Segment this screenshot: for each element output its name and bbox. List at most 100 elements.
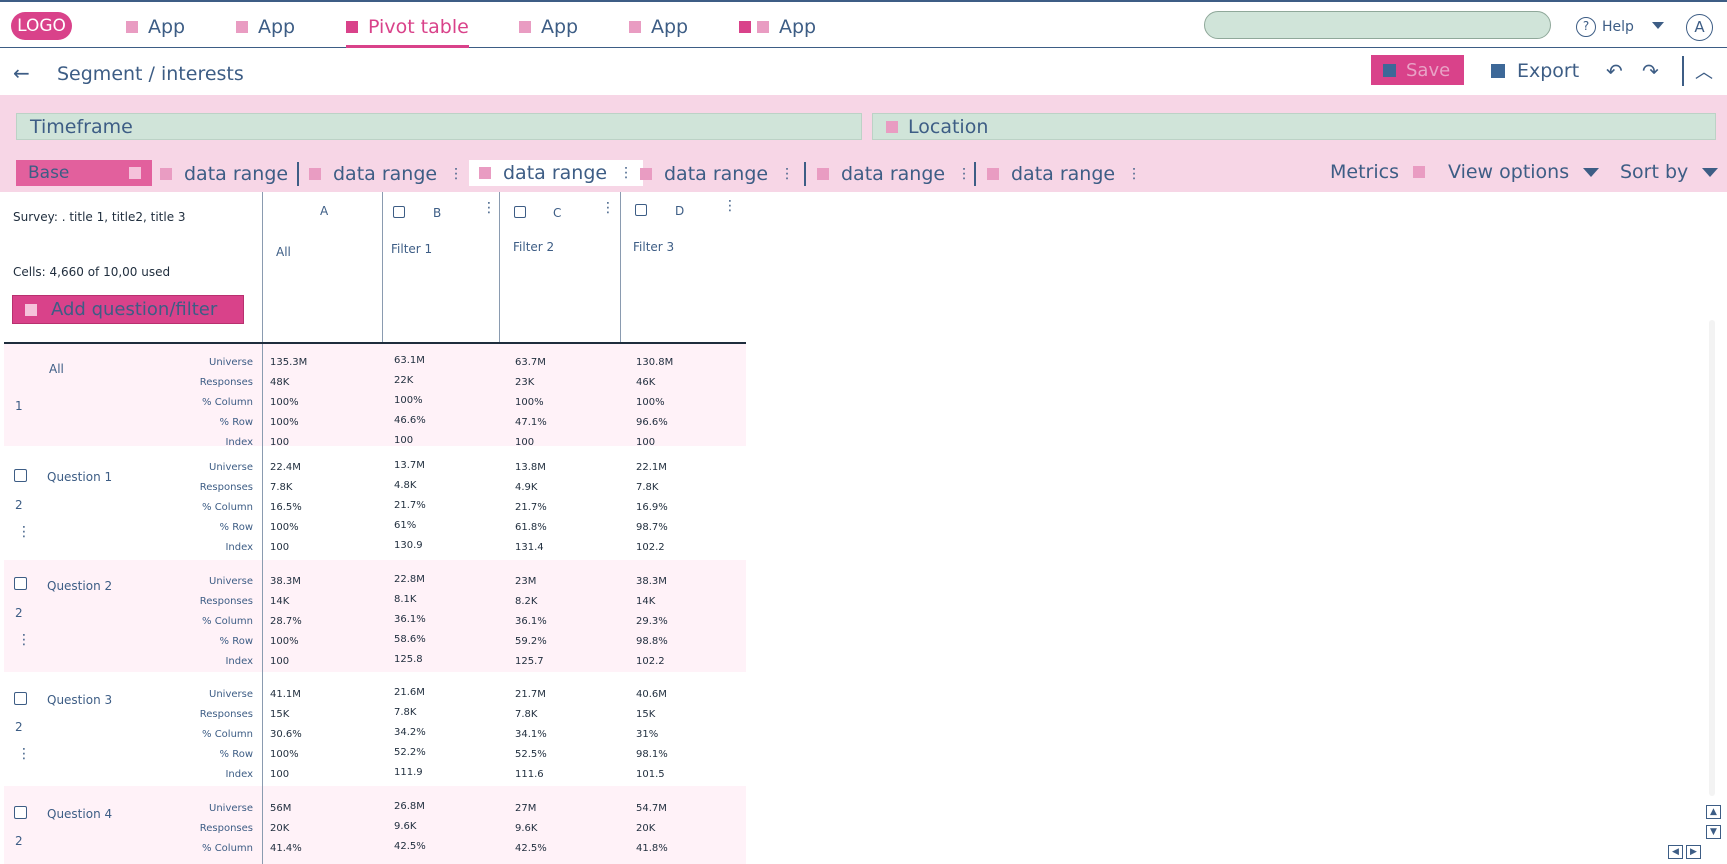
more-vertical-icon[interactable]: ⋮: [723, 198, 737, 214]
table-cell: 100: [270, 656, 290, 667]
table-cell: 63.1M: [394, 355, 425, 366]
add-question-filter-button[interactable]: Add question/filter: [12, 295, 244, 324]
row-checkbox[interactable]: [14, 469, 27, 482]
chevron-up-icon[interactable]: ︿: [1695, 58, 1713, 84]
row-checkbox[interactable]: [14, 692, 27, 705]
vertical-scrollbar[interactable]: [1709, 320, 1715, 796]
filter-band: Timeframe Location Base data range data …: [0, 95, 1727, 192]
range-icon: [160, 168, 172, 180]
more-vertical-icon[interactable]: ⋮: [482, 200, 496, 216]
column-letter: D: [675, 204, 685, 218]
logo[interactable]: LOGO: [11, 12, 72, 40]
back-arrow-icon[interactable]: ←: [13, 61, 30, 85]
tab-data-range-2[interactable]: data range ⋮: [309, 162, 463, 186]
location-field[interactable]: Location: [872, 113, 1716, 140]
column-divider: [499, 192, 500, 342]
row-number: 2: [15, 834, 23, 848]
column-name[interactable]: Filter 3: [633, 240, 674, 254]
tab-data-range-5[interactable]: data range ⋮: [817, 162, 971, 186]
row-number: 2: [15, 498, 23, 512]
search-input[interactable]: [1204, 11, 1551, 39]
table-cell: 102.2: [636, 656, 665, 667]
table-cell: 100: [636, 437, 656, 448]
sort-by-dropdown[interactable]: Sort by: [1620, 161, 1719, 183]
table-cell: 16.5%: [270, 502, 302, 513]
app-icon: [519, 21, 531, 33]
save-button[interactable]: Save: [1371, 55, 1464, 85]
nav-item-app-3[interactable]: App: [519, 15, 578, 39]
more-vertical-icon[interactable]: ⋮: [449, 166, 463, 182]
nav-item-app-1[interactable]: App: [126, 15, 185, 39]
table-cell: 96.6%: [636, 417, 668, 428]
scroll-left-icon[interactable]: ◀: [1668, 845, 1683, 859]
table-cell: 7.8K: [394, 707, 417, 718]
more-vertical-icon[interactable]: ⋮: [17, 632, 31, 648]
avatar[interactable]: A: [1686, 14, 1713, 41]
metrics-button[interactable]: Metrics: [1330, 161, 1425, 183]
table-cell: 41.4%: [270, 843, 302, 854]
column-checkbox[interactable]: [514, 206, 526, 218]
table-cell: 125.8: [394, 654, 423, 665]
more-vertical-icon[interactable]: ⋮: [957, 166, 971, 182]
column-letter: B: [433, 206, 442, 220]
more-vertical-icon[interactable]: ⋮: [17, 524, 31, 540]
column-name[interactable]: Filter 2: [513, 240, 554, 254]
table-cell: 21.7%: [515, 502, 547, 513]
column-letter: C: [553, 206, 562, 220]
table-cell: 20K: [636, 823, 656, 834]
nav-item-app-4[interactable]: App: [629, 15, 688, 39]
metric-label: Index: [225, 542, 253, 553]
export-button[interactable]: Export: [1491, 60, 1579, 82]
table-cell: 27M: [515, 803, 537, 814]
nav-item-app-2[interactable]: App: [236, 15, 295, 39]
table-cell: 22.8M: [394, 574, 425, 585]
row-checkbox[interactable]: [14, 577, 27, 590]
tab-data-range-3[interactable]: data range ⋮: [469, 160, 644, 186]
metric-label: Responses: [199, 377, 253, 388]
more-vertical-icon[interactable]: ⋮: [17, 746, 31, 762]
column-name[interactable]: Filter 1: [391, 242, 432, 256]
save-icon: [1383, 63, 1396, 77]
metric-label: Responses: [199, 482, 253, 493]
column-name[interactable]: All: [276, 245, 291, 259]
chevron-down-icon[interactable]: [1652, 22, 1664, 29]
table-cell: 13.7M: [394, 460, 425, 471]
nav-item-app-5[interactable]: App: [739, 15, 816, 39]
caret-down-icon: [1702, 167, 1719, 177]
location-icon: [886, 121, 898, 133]
table-cell: 13.8M: [515, 462, 546, 473]
row-checkbox[interactable]: [14, 806, 27, 819]
column-checkbox[interactable]: [393, 206, 405, 218]
table-cell: 22.4M: [270, 462, 301, 473]
more-vertical-icon[interactable]: ⋮: [601, 200, 615, 216]
table-cell: 130.8M: [636, 357, 674, 368]
scroll-right-icon[interactable]: ▶: [1686, 845, 1701, 859]
scroll-down-icon[interactable]: ▼: [1706, 825, 1721, 839]
view-options-dropdown[interactable]: View options: [1448, 161, 1600, 183]
table-cell: 36.1%: [394, 614, 426, 625]
more-vertical-icon[interactable]: ⋮: [619, 165, 633, 181]
undo-icon[interactable]: ↶: [1606, 59, 1623, 83]
table-cell: 100%: [394, 395, 423, 406]
help-button[interactable]: ? Help: [1576, 17, 1634, 37]
scroll-up-icon[interactable]: ▲: [1706, 805, 1721, 819]
help-icon: ?: [1576, 17, 1596, 37]
more-vertical-icon[interactable]: ⋮: [780, 166, 794, 182]
table-cell: 4.9K: [515, 482, 538, 493]
tab-base[interactable]: Base: [16, 160, 152, 186]
cells-usage: Cells: 4,660 of 10,00 used: [13, 265, 171, 279]
metric-label: % Column: [202, 843, 253, 854]
timeframe-field[interactable]: Timeframe: [16, 113, 862, 140]
table-cell: 31%: [636, 729, 659, 740]
tab-data-range-6[interactable]: data range ⋮: [987, 162, 1141, 186]
column-checkbox[interactable]: [635, 204, 647, 216]
table-cell: 63.7M: [515, 357, 546, 368]
tab-data-range-1[interactable]: data range: [160, 162, 288, 186]
nav-item-pivot-table[interactable]: Pivot table: [346, 15, 469, 48]
metric-label: Universe: [209, 689, 253, 700]
table-cell: 100%: [515, 397, 544, 408]
table-cell: 100%: [270, 417, 299, 428]
more-vertical-icon[interactable]: ⋮: [1127, 166, 1141, 182]
tab-data-range-4[interactable]: data range ⋮: [640, 162, 794, 186]
redo-icon[interactable]: ↷: [1642, 59, 1659, 83]
